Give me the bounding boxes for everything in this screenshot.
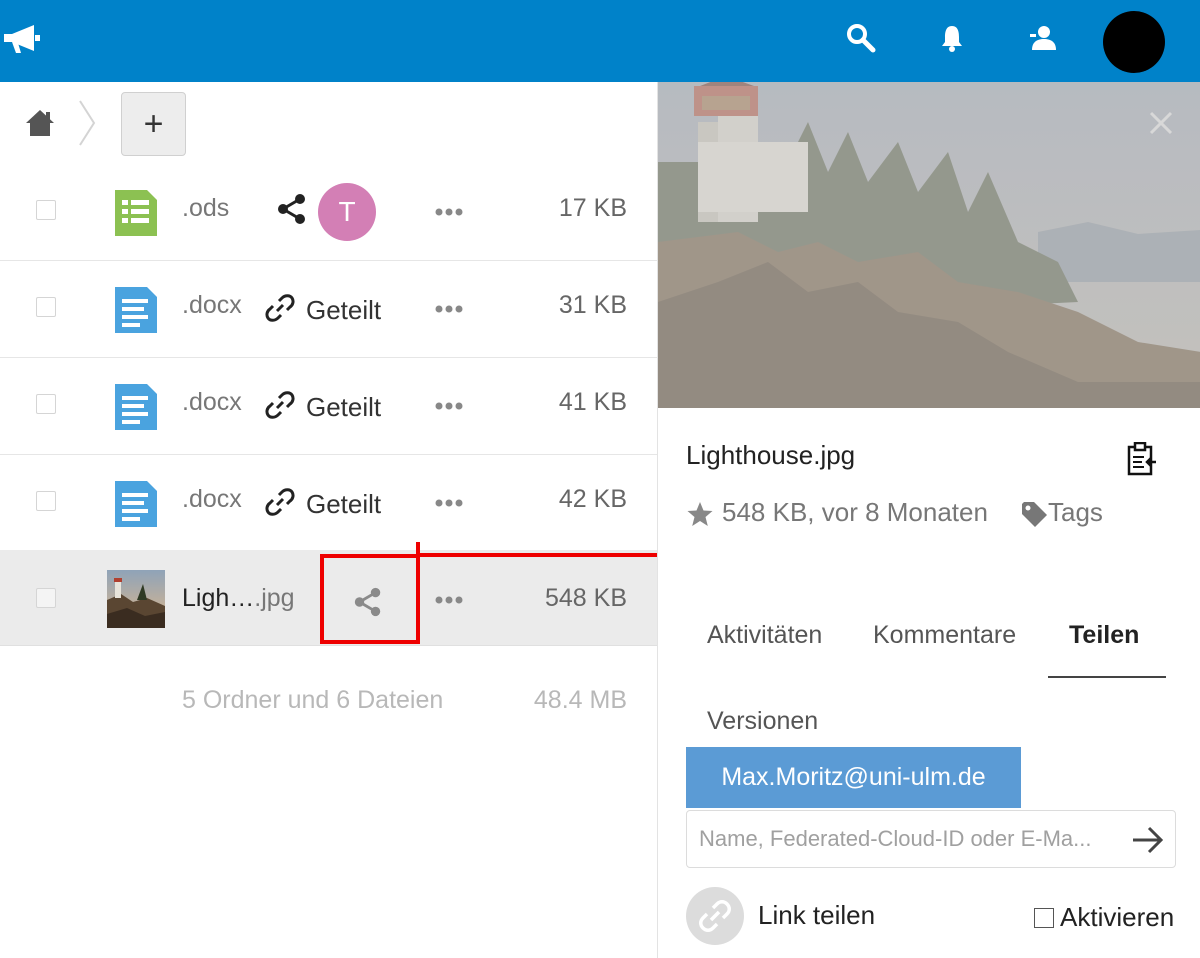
shared-user-avatar[interactable]: T [318, 183, 376, 241]
new-file-button[interactable]: + [121, 92, 186, 156]
top-header [0, 0, 1200, 82]
file-size: 31 KB [558, 291, 627, 319]
tab-versions[interactable]: Versionen [707, 707, 818, 736]
more-actions-icon[interactable] [434, 498, 464, 508]
share-icon[interactable] [275, 192, 309, 226]
link-icon[interactable] [265, 293, 295, 323]
row-checkbox[interactable] [36, 588, 56, 608]
arrow-right-icon[interactable] [1131, 825, 1165, 855]
file-meta: 548 KB, vor 8 Monaten [722, 497, 988, 527]
image-thumbnail[interactable] [107, 570, 165, 628]
breadcrumb: + [0, 82, 657, 164]
shared-label[interactable]: Geteilt [306, 295, 381, 326]
contacts-icon[interactable] [1027, 22, 1059, 54]
tab-comments[interactable]: Kommentare [873, 621, 1016, 650]
document-icon [115, 384, 157, 430]
user-avatar[interactable] [1103, 11, 1165, 73]
file-row[interactable]: .docx Geteilt 42 KB [0, 455, 657, 552]
highlight-box [320, 554, 420, 644]
tag-icon[interactable] [1020, 500, 1048, 528]
close-icon[interactable] [1148, 110, 1174, 136]
row-checkbox[interactable] [36, 394, 56, 414]
row-checkbox[interactable] [36, 200, 56, 220]
megaphone-logo-icon[interactable] [2, 22, 42, 56]
sidebar-file-name: Lighthouse.jpg [686, 440, 856, 470]
tab-sharing[interactable]: Teilen [1069, 621, 1139, 650]
plus-icon: + [143, 105, 164, 143]
file-row[interactable]: .docx Geteilt 31 KB [0, 261, 657, 358]
link-icon[interactable] [265, 487, 295, 517]
breadcrumb-separator-icon [79, 100, 96, 146]
link-share-label: Link teilen [758, 900, 876, 930]
file-size: 548 KB [544, 584, 627, 612]
more-actions-icon[interactable] [434, 304, 464, 314]
spreadsheet-icon [115, 190, 157, 236]
shared-label[interactable]: Geteilt [306, 489, 381, 520]
document-icon [115, 287, 157, 333]
file-name[interactable]: Ligh….jpg [182, 584, 295, 613]
link-icon [699, 900, 731, 932]
file-name[interactable]: .docx [182, 485, 242, 514]
activate-link-toggle[interactable]: Aktivieren [1034, 902, 1174, 933]
search-icon[interactable] [845, 22, 877, 54]
link-share-avatar [686, 887, 744, 945]
share-recipient-chip[interactable]: Max.Moritz@uni-ulm.de [686, 747, 1021, 808]
file-row[interactable]: .docx Geteilt 41 KB [0, 358, 657, 455]
shared-label[interactable]: Geteilt [306, 392, 381, 423]
file-row[interactable]: .ods T 17 KB [0, 164, 657, 261]
document-icon [115, 481, 157, 527]
total-size: 48.4 MB [533, 686, 627, 714]
more-actions-icon[interactable] [434, 595, 464, 605]
row-checkbox[interactable] [36, 491, 56, 511]
row-checkbox[interactable] [36, 297, 56, 317]
file-name[interactable]: .docx [182, 388, 242, 417]
bell-icon[interactable] [936, 22, 968, 54]
link-icon[interactable] [265, 390, 295, 420]
active-tab-underline [1048, 676, 1166, 678]
share-search-input[interactable] [687, 811, 1117, 867]
tab-activities[interactable]: Aktivitäten [707, 621, 822, 650]
file-size: 41 KB [558, 388, 627, 416]
image-preview [658, 82, 1200, 408]
folder-summary: 5 Ordner und 6 Dateien [182, 686, 444, 714]
more-actions-icon[interactable] [434, 207, 464, 217]
file-size: 42 KB [558, 485, 627, 513]
star-icon[interactable] [686, 500, 714, 528]
share-search-box [686, 810, 1176, 868]
activate-label: Aktivieren [1060, 902, 1175, 932]
file-name[interactable]: .ods [182, 194, 229, 223]
more-actions-icon[interactable] [434, 401, 464, 411]
tags-button[interactable]: Tags [1048, 497, 1103, 528]
details-sidebar: Lighthouse.jpg 548 KB, vor 8 Monaten Tag… [657, 82, 1200, 958]
file-list-panel: + .ods T 17 KB .docx Geteilt 31 KB .docx… [0, 82, 657, 958]
file-name[interactable]: .docx [182, 291, 242, 320]
activate-checkbox[interactable] [1034, 907, 1054, 928]
file-size: 17 KB [558, 194, 627, 222]
home-icon[interactable] [24, 108, 56, 138]
clipboard-icon[interactable] [1126, 442, 1158, 476]
